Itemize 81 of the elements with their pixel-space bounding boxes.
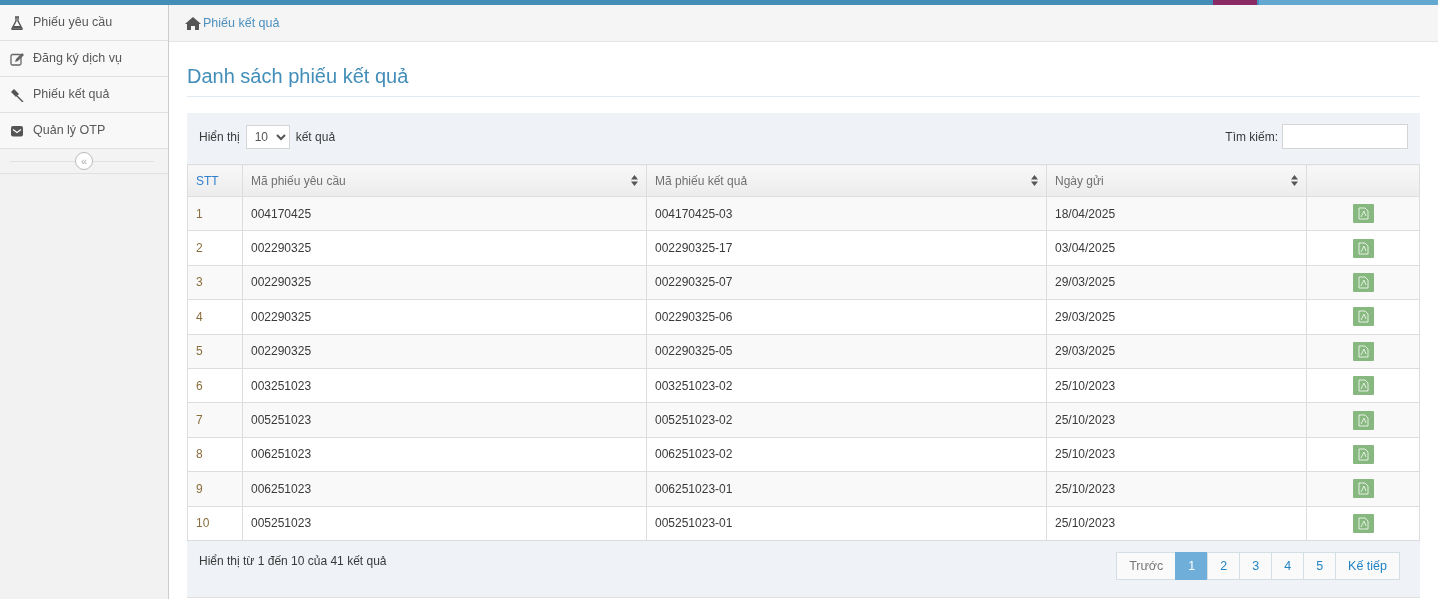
- collapse-button[interactable]: «: [75, 152, 93, 170]
- table-cell: 005251023: [242, 506, 647, 541]
- pdf-download-icon[interactable]: [1352, 444, 1374, 464]
- pagination-button[interactable]: 5: [1303, 551, 1337, 580]
- table-cell: 10: [187, 506, 243, 541]
- sidebar-item[interactable]: Phiếu kết quả: [0, 77, 168, 113]
- pagination-button[interactable]: 4: [1271, 551, 1305, 580]
- table-cell: 004170425: [242, 196, 647, 231]
- table-cell: 006251023-01: [646, 471, 1047, 506]
- pdf-download-icon[interactable]: [1352, 307, 1374, 327]
- table-cell: 29/03/2025: [1046, 334, 1307, 369]
- column-header[interactable]: Mã phiếu kết quả: [646, 164, 1047, 197]
- table-cell: 3: [187, 265, 243, 300]
- table-cell: 002290325-05: [646, 334, 1047, 369]
- table-cell: 5: [187, 334, 243, 369]
- table-cell: 006251023: [242, 437, 647, 472]
- length-label: Hiển thị: [199, 128, 240, 146]
- gavel-icon: [10, 87, 24, 102]
- table-cell: 002290325: [242, 299, 647, 335]
- table-cell: 25/10/2023: [1046, 402, 1307, 438]
- envelope-icon: [10, 123, 24, 138]
- table-cell: 006251023: [242, 471, 647, 506]
- table-cell: 6: [187, 368, 243, 403]
- table-cell: 005251023-01: [646, 506, 1047, 541]
- table-cell: 2: [187, 230, 243, 266]
- table-cell: 25/10/2023: [1046, 506, 1307, 541]
- table-cell: 8: [187, 437, 243, 472]
- table-cell: 4: [187, 299, 243, 335]
- edit-icon: [10, 51, 24, 66]
- length-label: kết quả: [295, 128, 336, 146]
- pdf-download-icon[interactable]: [1352, 479, 1374, 499]
- sort-icon: [1291, 175, 1298, 186]
- table-cell: 002290325-17: [646, 230, 1047, 266]
- search-field[interactable]: [1282, 124, 1408, 149]
- table-cell: 25/10/2023: [1046, 471, 1307, 506]
- table-cell: 29/03/2025: [1046, 299, 1307, 335]
- pagination-button[interactable]: Kế tiếp: [1335, 551, 1400, 580]
- table-cell: 006251023-02: [646, 437, 1047, 472]
- pdf-download-icon[interactable]: [1352, 204, 1374, 224]
- table-cell: 25/10/2023: [1046, 368, 1307, 403]
- table-cell: 25/10/2023: [1046, 437, 1307, 472]
- column-header[interactable]: Ngày gửi: [1046, 164, 1307, 197]
- page-size-select[interactable]: 10: [245, 124, 290, 149]
- table-cell: 004170425-03: [646, 196, 1047, 231]
- sidebar-item[interactable]: Phiếu yêu cầu: [0, 5, 168, 41]
- table-cell: 7: [187, 402, 243, 438]
- sidebar-item[interactable]: Đăng ký dịch vụ: [0, 41, 168, 77]
- table-cell: 002290325-06: [646, 299, 1047, 335]
- table-cell: 003251023-02: [646, 368, 1047, 403]
- table-cell: 002290325: [242, 230, 647, 266]
- search-label: Tìm kiếm:: [1225, 128, 1278, 146]
- table-cell: 003251023: [242, 368, 647, 403]
- pdf-download-icon[interactable]: [1352, 272, 1374, 292]
- column-header[interactable]: Mã phiếu yêu cầu: [242, 164, 647, 197]
- pagination-button[interactable]: 2: [1207, 551, 1241, 580]
- sort-icon: [631, 175, 638, 186]
- sidebar-item[interactable]: Quản lý OTP: [0, 113, 168, 149]
- table-cell: 002290325-07: [646, 265, 1047, 300]
- table-cell: 005251023: [242, 402, 647, 438]
- pdf-download-icon[interactable]: [1352, 410, 1374, 430]
- table-cell: 29/03/2025: [1046, 265, 1307, 300]
- table-cell: 002290325: [242, 265, 647, 300]
- table-cell: 9: [187, 471, 243, 506]
- table-info: Hiển thị từ 1 đến 10 của 41 kết quả: [199, 552, 387, 570]
- breadcrumb-link[interactable]: Phiếu kết quả: [203, 13, 280, 33]
- table-cell: 03/04/2025: [1046, 230, 1307, 266]
- pdf-download-icon[interactable]: [1352, 238, 1374, 258]
- sort-icon: [1031, 175, 1038, 186]
- table-cell: 005251023-02: [646, 402, 1047, 438]
- table-cell: 18/04/2025: [1046, 196, 1307, 231]
- table-cell: 1: [187, 196, 243, 231]
- table-cell: 002290325: [242, 334, 647, 369]
- column-header[interactable]: STT: [187, 164, 243, 197]
- pagination-button[interactable]: 1: [1175, 551, 1209, 580]
- page-title: Danh sách phiếu kết quả: [187, 64, 1420, 97]
- home-icon: [185, 16, 201, 30]
- flask-icon: [10, 15, 24, 30]
- pagination-button[interactable]: 3: [1239, 551, 1273, 580]
- pdf-download-icon[interactable]: [1352, 341, 1374, 361]
- pdf-download-icon[interactable]: [1352, 513, 1374, 533]
- pdf-download-icon[interactable]: [1352, 376, 1374, 396]
